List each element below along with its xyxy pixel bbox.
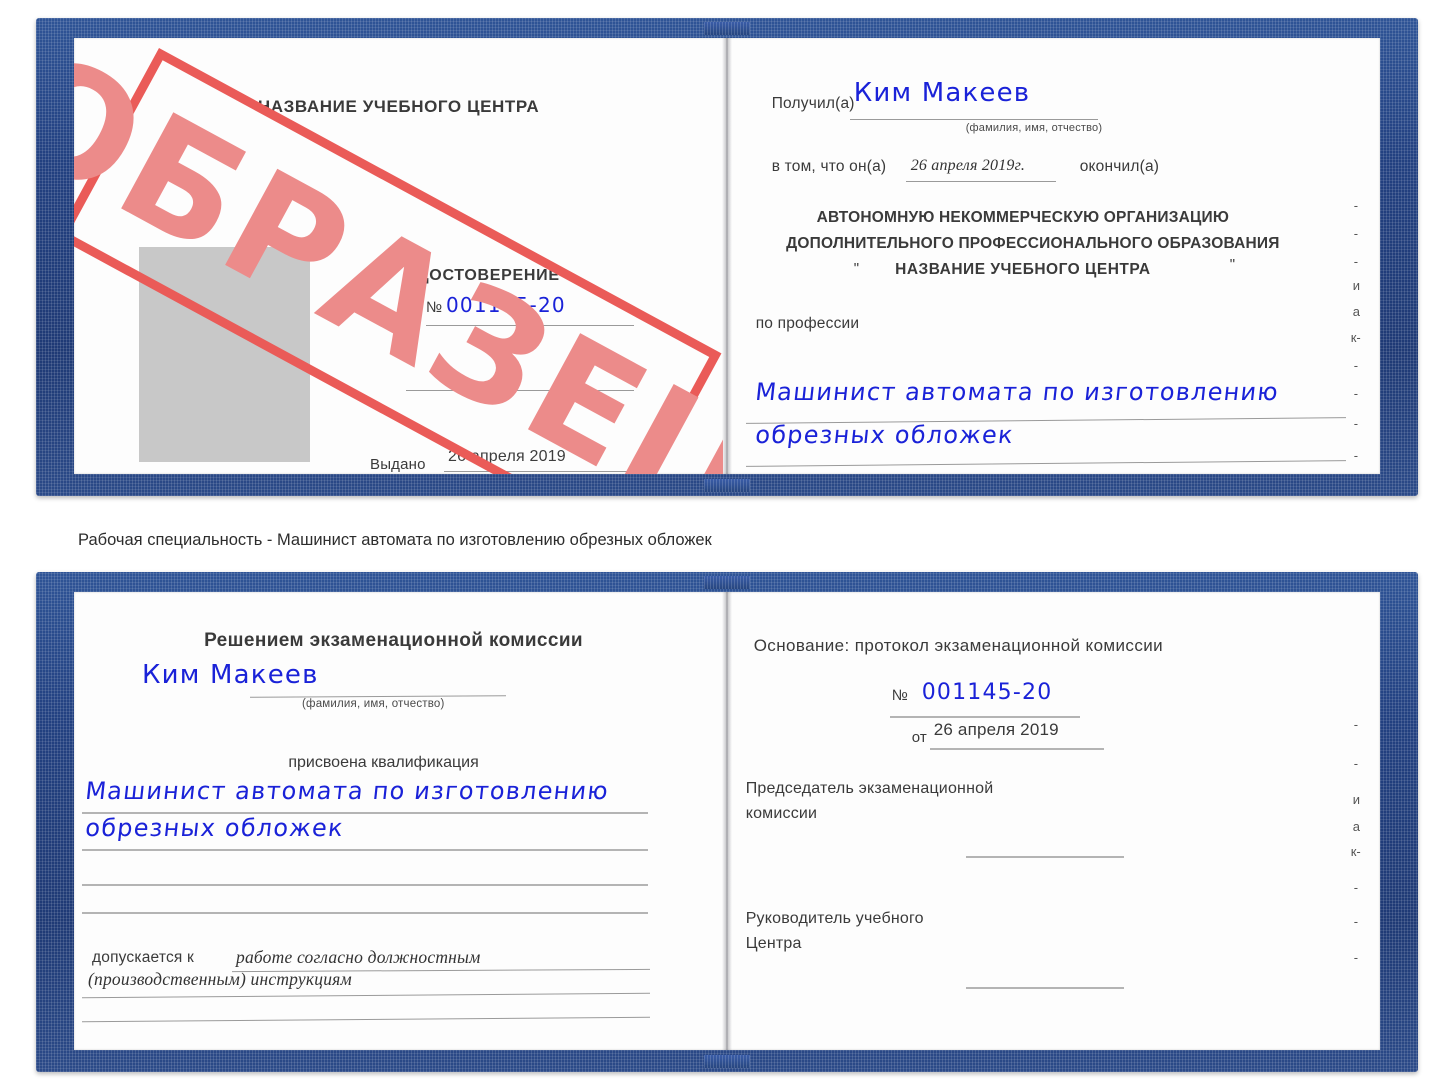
- profession-label: по профессии: [755, 315, 860, 332]
- basis-label: Основание: протокол экзаменационной коми…: [753, 636, 1164, 655]
- received-label: Получил(а): [771, 95, 855, 112]
- document-type-label: УДОСТОВЕРЕНИЕ: [407, 267, 560, 284]
- spine-tab-top-lower: [704, 479, 750, 492]
- certificate-bottom-pages: Решением экзаменационной комиссии Ким Ма…: [74, 592, 1380, 1050]
- edge-fragment: -: [1353, 717, 1359, 732]
- chairman-label-line-1: Председатель экзаменационной: [745, 780, 994, 797]
- edge-fragment: -: [1353, 950, 1359, 965]
- certificate-number-prefix: №: [426, 299, 443, 316]
- top-left-page: НАЗВАНИЕ УЧЕБНОГО ЦЕНТРА УДОСТОВЕРЕНИЕ №…: [74, 38, 723, 474]
- organization-line-1: АВТОНОМНУЮ НЕКОММЕРЧЕСКУЮ ОРГАНИЗАЦИЮ: [816, 209, 1230, 226]
- edge-fragment: -: [1353, 914, 1359, 929]
- edge-fragment: к-: [1350, 330, 1361, 345]
- blank-rule-2: [82, 884, 648, 886]
- organization-line-2: ДОПОЛНИТЕЛЬНОГО ПРОФЕССИОНАЛЬНОГО ОБРАЗО…: [786, 235, 1280, 252]
- edge-fragment: -: [1353, 448, 1359, 463]
- edge-fragment: а: [1352, 304, 1360, 319]
- spine-tab-bottom-lower: [704, 1055, 750, 1068]
- student-name-hint: (фамилия, имя, отчество): [302, 698, 445, 710]
- finished-label: окончил(а): [1079, 158, 1160, 175]
- edge-fragment: и: [1352, 792, 1360, 807]
- edge-fragment: -: [1353, 254, 1359, 269]
- edge-fragment: -: [1353, 198, 1359, 213]
- certificate-number-rule: [426, 325, 634, 326]
- profession-value-line-2: обрезных обложек: [753, 421, 1015, 449]
- head-label-line-1: Руководитель учебного: [745, 910, 924, 927]
- protocol-number-prefix: №: [891, 687, 908, 704]
- protocol-number-rule: [889, 716, 1080, 718]
- qualification-rule-2: [82, 849, 648, 851]
- protocol-number-value: 001145-20: [921, 680, 1053, 705]
- bottom-right-page: Основание: протокол экзаменационной коми…: [726, 592, 1380, 1050]
- chairman-label-line-2: комиссии: [745, 805, 818, 822]
- edge-fragment: -: [1353, 756, 1359, 771]
- in-that-label: в том, что он(а): [771, 158, 887, 175]
- organization-quote-close: ": [1229, 256, 1236, 273]
- bottom-left-page: Решением экзаменационной комиссии Ким Ма…: [74, 592, 723, 1050]
- edge-fragment: -: [1353, 880, 1359, 895]
- certificate-number-value: 001145-20: [446, 293, 566, 317]
- edge-fragment: и: [1352, 278, 1360, 293]
- protocol-date-prefix: от: [911, 729, 927, 746]
- in-that-rule: [905, 181, 1056, 182]
- issued-date-value: 26 апреля 2019: [448, 448, 566, 465]
- allowed-rule-2: [82, 992, 650, 999]
- edge-fragment: -: [1353, 416, 1359, 431]
- edge-fragment: -: [1353, 386, 1359, 401]
- certificate-top-book: НАЗВАНИЕ УЧЕБНОГО ЦЕНТРА УДОСТОВЕРЕНИЕ №…: [36, 18, 1418, 496]
- screenshot-root: НАЗВАНИЕ УЧЕБНОГО ЦЕНТРА УДОСТОВЕРЕНИЕ №…: [0, 0, 1448, 1085]
- top-right-page: Получил(а) Ким Макеев (фамилия, имя, отч…: [726, 38, 1380, 474]
- decision-title: Решением экзаменационной комиссии: [204, 630, 584, 651]
- edge-fragment: -: [1353, 358, 1359, 373]
- student-name-value: Ким Макеев: [142, 660, 319, 690]
- received-hint: (фамилия, имя, отчество): [965, 122, 1103, 134]
- edge-fragment: к-: [1350, 844, 1361, 859]
- certificate-top-pages: НАЗВАНИЕ УЧЕБНОГО ЦЕНТРА УДОСТОВЕРЕНИЕ №…: [74, 38, 1380, 474]
- allowed-value-line-2: (производственным) инструкциям: [88, 969, 352, 989]
- in-that-date-value: 26 апреля 2019г.: [910, 157, 1026, 174]
- training-center-name-top: НАЗВАНИЕ УЧЕБНОГО ЦЕНТРА: [257, 97, 540, 116]
- certificate-bottom-book: Решением экзаменационной комиссии Ким Ма…: [36, 572, 1418, 1072]
- allowed-rule-3: [82, 1016, 650, 1023]
- spine-tab-bottom-upper: [704, 576, 750, 589]
- issued-rule: [444, 471, 634, 472]
- chairman-signature-rule: [965, 856, 1124, 858]
- qualification-label: присвоена квалификация: [288, 754, 479, 771]
- head-label-line-2: Центра: [745, 935, 802, 952]
- received-rule: [849, 119, 1098, 120]
- allowed-label: допускается к: [92, 949, 194, 966]
- qualification-value-line-1: Машинист автомата по изготовлению: [84, 777, 611, 805]
- received-name-value: Ким Макеев: [853, 78, 1031, 108]
- issued-label: Выдано: [370, 456, 426, 473]
- spine-tab-top-upper: [704, 22, 750, 35]
- allowed-value-line-1: работе согласно должностным: [236, 947, 481, 967]
- edge-fragment: а: [1352, 819, 1360, 834]
- qualification-value-line-2: обрезных обложек: [84, 814, 346, 842]
- edge-fragment: -: [1353, 226, 1359, 241]
- protocol-date-rule: [929, 748, 1104, 750]
- profession-value-line-1: Машинист автомата по изготовлению: [753, 378, 1281, 406]
- protocol-date-value: 26 апреля 2019: [933, 720, 1059, 739]
- head-signature-rule: [965, 987, 1124, 989]
- blank-rule-3: [82, 912, 648, 914]
- blank-rule-1: [406, 390, 634, 391]
- profession-rule-2: [745, 460, 1346, 467]
- page-caption: Рабочая специальность - Машинист автомат…: [78, 531, 712, 549]
